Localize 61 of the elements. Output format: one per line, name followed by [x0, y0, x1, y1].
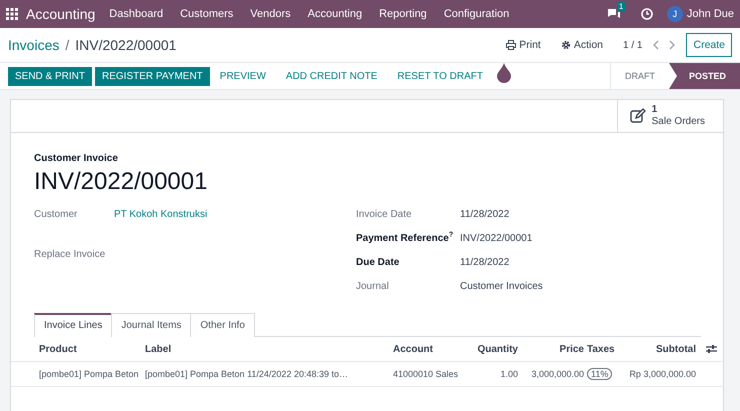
action-button[interactable]: ADD CREDIT NOTE — [278, 66, 384, 86]
table-cell-text: 1.00 — [500, 369, 519, 379]
field-label: Journal — [356, 280, 390, 294]
menu-item[interactable]: Dashboard — [109, 8, 164, 20]
app-name[interactable]: Accounting — [26, 6, 96, 22]
menu-item[interactable]: Customers — [180, 8, 234, 20]
field-label: Payment Reference$^{?}$ — [356, 232, 454, 246]
breadcrumb-link[interactable]: Invoices — [8, 37, 60, 53]
edit-icon — [630, 108, 646, 124]
breadcrumb-current: INV/2022/00001 — [75, 37, 176, 53]
field-value[interactable]: 11/28/2022 — [460, 208, 510, 222]
column-header[interactable]: Taxes — [587, 344, 615, 354]
menu-item[interactable]: Vendors — [250, 8, 291, 20]
user-name[interactable]: John Due — [686, 8, 734, 20]
menu-item[interactable]: Reporting — [379, 8, 427, 20]
menu-item[interactable]: Configuration — [444, 8, 510, 20]
invoice-number: INV/2022/00001 — [34, 168, 208, 196]
gear-icon[interactable] — [560, 40, 571, 50]
table-cell: 41000010 Sales — [393, 369, 458, 379]
column-header[interactable]: Label — [145, 344, 172, 354]
tax-tag: 11% — [587, 368, 612, 380]
column-header[interactable]: Product — [39, 344, 77, 354]
field-label: Due Date — [356, 256, 400, 270]
tab[interactable]: Other Info — [190, 313, 255, 337]
breadcrumb-separator: / — [65, 37, 70, 53]
pager-value: 1 / 1 — [623, 40, 642, 50]
field-value[interactable]: 11/28/2022 — [460, 256, 510, 270]
action-button[interactable]: PREVIEW — [212, 66, 273, 86]
action-label[interactable]: Action — [574, 39, 604, 51]
table-cell: [pombe01] Pompa Beton — [39, 369, 139, 379]
column-header[interactable]: Account — [393, 344, 433, 354]
chat-icon[interactable] — [606, 8, 621, 20]
status-step[interactable]: POSTED — [668, 63, 740, 89]
tab[interactable]: Journal Items — [111, 313, 192, 337]
field-label: Invoice Date — [356, 208, 413, 222]
action-button[interactable]: SEND & PRINT — [8, 66, 92, 86]
field-label: Customer — [34, 208, 78, 222]
tab[interactable]: Invoice Lines — [34, 313, 112, 337]
table-cell: [pombe01] Pompa Beton 11/24/2022 20:48:39 to… — [145, 369, 348, 379]
action-button[interactable]: REGISTER PAYMENT — [95, 66, 210, 86]
message-count: 1 — [616, 2, 626, 12]
column-header[interactable]: Quantity — [477, 344, 521, 354]
table-cell-text: Rp 3,000,000.00 — [629, 369, 697, 379]
action-label[interactable]: Print — [519, 39, 541, 51]
drop-icon — [496, 63, 512, 83]
field-value[interactable]: PT Kokoh Konstruksi — [114, 208, 208, 222]
action-button[interactable]: RESET TO DRAFT — [390, 66, 490, 86]
user-avatar[interactable]: J — [666, 6, 683, 22]
field-value[interactable]: INV/2022/00001 — [460, 232, 532, 246]
menu-item[interactable]: Accounting — [308, 8, 362, 20]
printer-icon[interactable] — [506, 40, 516, 50]
document-type: Customer Invoice — [34, 153, 119, 164]
clock-icon[interactable] — [640, 8, 653, 20]
apps-menu-icon[interactable] — [6, 8, 18, 20]
field-label: Replace Invoice — [34, 248, 106, 262]
create-button[interactable]: Create — [686, 33, 732, 57]
column-header[interactable]: Subtotal — [656, 344, 699, 354]
field-value[interactable]: Customer Invoices — [460, 280, 543, 294]
sliders-icon[interactable] — [706, 344, 717, 354]
table-cell-text: 3,000,000.00 — [531, 369, 585, 379]
column-header[interactable]: Price — [560, 344, 587, 354]
